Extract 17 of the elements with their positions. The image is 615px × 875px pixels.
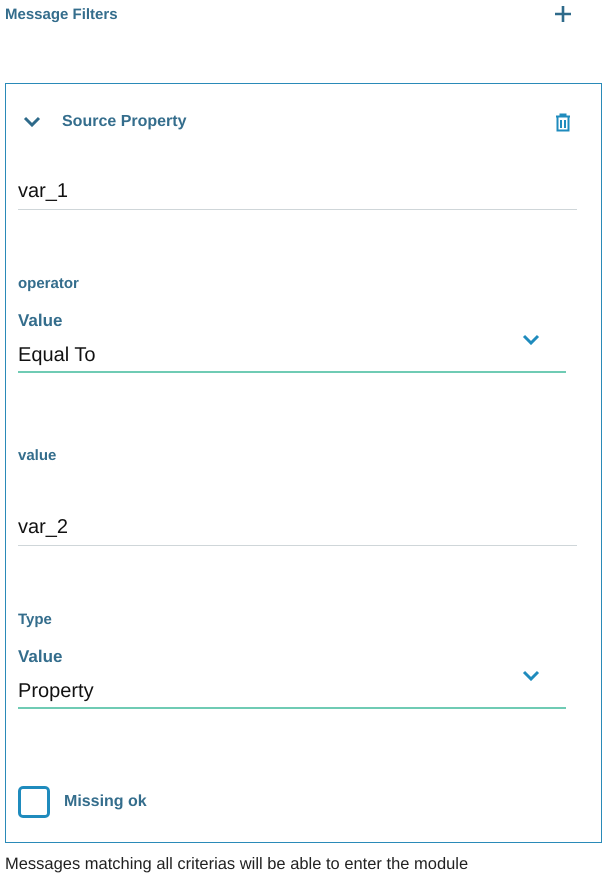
trash-icon[interactable] (555, 112, 571, 132)
field-label: Type (18, 611, 52, 629)
dropdown[interactable]: Value Equal To (18, 311, 566, 373)
hint-text: Messages matching all criterias will be able to enter the module (5, 855, 470, 874)
card-title: Source Property (62, 113, 188, 131)
field-label: operator (18, 275, 79, 293)
checkbox-label: Missing ok (64, 793, 147, 811)
add-icon[interactable] (554, 5, 572, 23)
input-field[interactable]: var_2 (18, 511, 577, 546)
chevron-icon[interactable] (23, 116, 41, 128)
checkbox[interactable] (18, 786, 50, 818)
section-title: Message Filters (5, 6, 118, 22)
chevron-down-icon[interactable] (522, 334, 540, 346)
input-field[interactable]: var_1 (18, 175, 577, 210)
dropdown[interactable]: Value Property (18, 647, 566, 709)
chevron-down-icon[interactable] (522, 670, 540, 682)
field-label: value (18, 447, 56, 465)
